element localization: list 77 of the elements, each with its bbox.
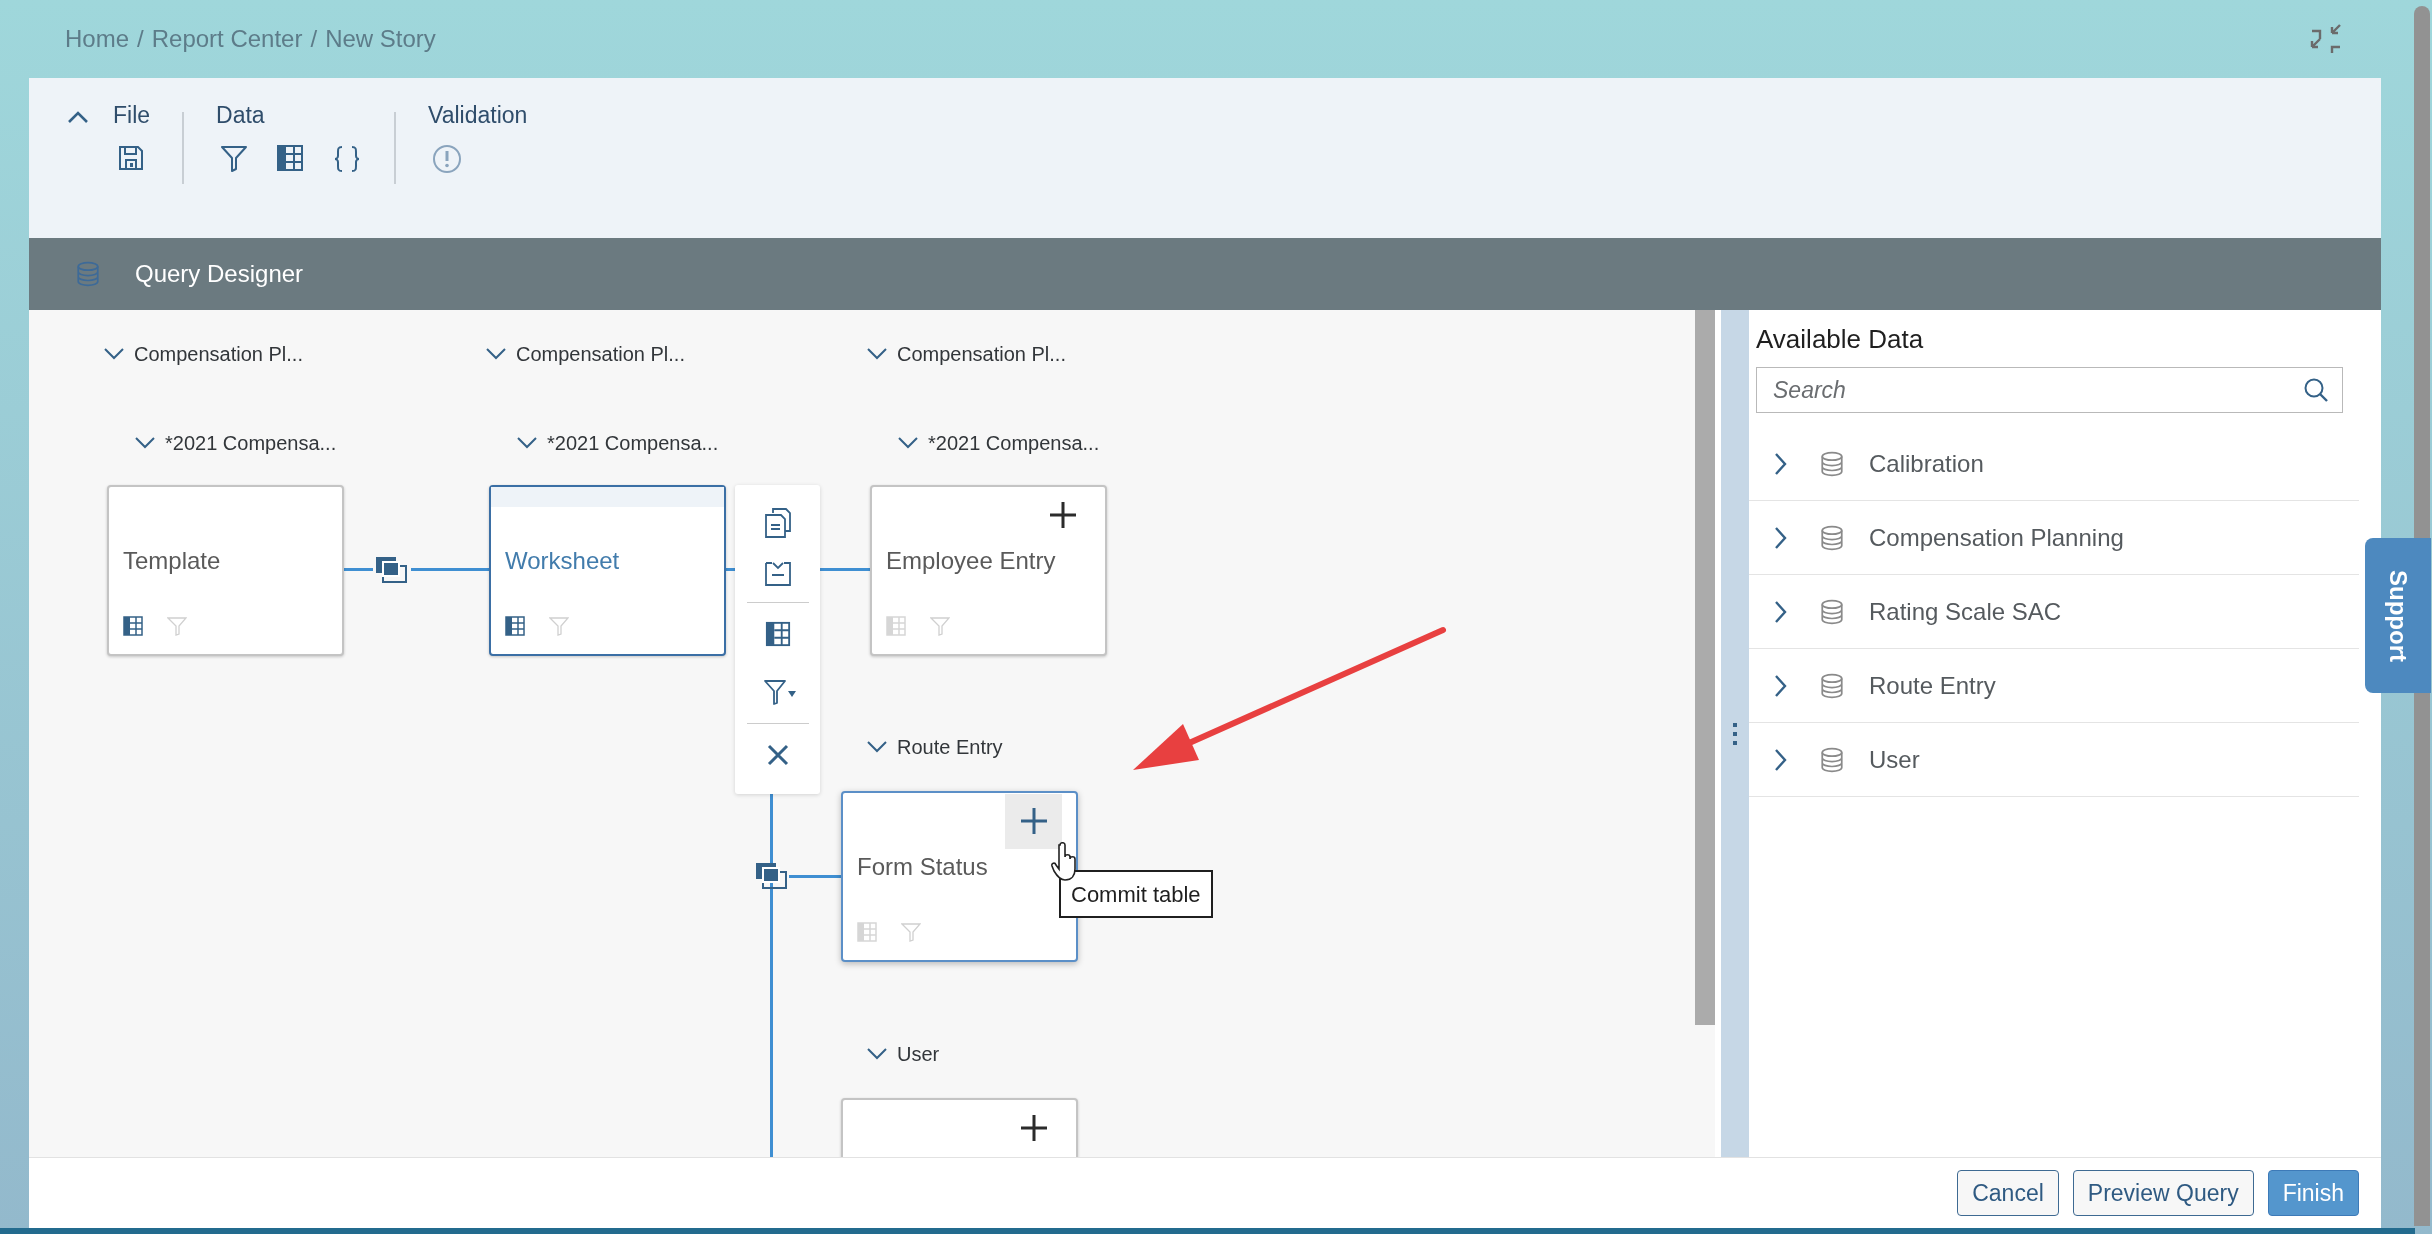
chevron-right-icon[interactable] (1775, 526, 1787, 549)
table-node[interactable] (107, 485, 344, 656)
chevron-down-icon[interactable] (486, 348, 506, 360)
subgroup-label: *2021 Compensa... (165, 431, 337, 456)
database-icon (1819, 746, 1845, 773)
table-node[interactable] (870, 485, 1107, 656)
support-tab[interactable]: Support (2365, 538, 2431, 693)
group-label: User (897, 1042, 940, 1067)
chevron-down-icon[interactable] (104, 348, 124, 360)
collapse-icon[interactable] (2310, 23, 2342, 55)
database-icon (1819, 524, 1845, 551)
group-label: Route Entry (897, 735, 1003, 760)
table-icon[interactable] (505, 616, 525, 636)
search-field[interactable]: Search (1756, 367, 2343, 413)
group-label: Compensation Pl... (516, 342, 685, 367)
data-source-item[interactable]: Compensation Planning (1749, 501, 2359, 575)
footer-button[interactable]: Preview Query (2072, 1170, 2254, 1216)
copy-icon[interactable] (765, 508, 791, 538)
search-icon[interactable] (2303, 377, 2329, 403)
table-icon[interactable] (123, 616, 143, 636)
collapse-up-icon[interactable] (67, 110, 89, 124)
toolbar-group-label: File (113, 101, 151, 130)
drag-handle-icon[interactable] (1733, 722, 1737, 745)
chevron-down-icon[interactable] (135, 437, 155, 449)
group-label: Compensation Pl... (897, 342, 1066, 367)
group-label: Compensation Pl... (134, 342, 303, 367)
node-title: Form Status (857, 852, 988, 882)
data-source-item[interactable]: User (1749, 723, 2359, 797)
panel-title: Query Designer (135, 259, 304, 289)
data-source-label: Compensation Planning (1869, 522, 2124, 553)
data-source-item[interactable]: Rating Scale SAC (1749, 575, 2359, 649)
plus-icon[interactable] (1048, 500, 1078, 530)
chevron-right-icon[interactable] (1775, 452, 1787, 475)
chevron-right-icon[interactable] (1775, 600, 1787, 623)
save-icon[interactable] (117, 144, 145, 172)
database-icon (1819, 450, 1845, 477)
join-icon[interactable] (755, 862, 787, 890)
subgroup-label: *2021 Compensa... (547, 431, 719, 456)
data-source-label: User (1869, 744, 1920, 775)
connector-line (343, 568, 373, 571)
chevron-down-icon[interactable] (867, 741, 887, 753)
commit-button-background (1005, 794, 1062, 849)
data-source-label: Route Entry (1869, 670, 1996, 701)
chevron-right-icon[interactable] (1775, 674, 1787, 697)
chevron-right-icon[interactable] (1775, 748, 1787, 771)
database-icon (1819, 598, 1845, 625)
chevron-down-icon[interactable] (898, 437, 918, 449)
toolbar-group-label: Data (216, 101, 266, 130)
table-icon[interactable] (276, 144, 305, 172)
node-title: Worksheet (505, 546, 620, 576)
connector-line (789, 875, 841, 878)
data-source-label: Rating Scale SAC (1869, 596, 2062, 627)
filter-icon[interactable] (220, 144, 249, 172)
close-icon[interactable] (767, 744, 789, 766)
data-source-label: Calibration (1869, 448, 1984, 479)
canvas-scrollbar[interactable] (1695, 310, 1715, 1025)
hand-cursor-icon (1051, 842, 1079, 882)
data-source-item[interactable]: Calibration (1749, 427, 2359, 501)
database-icon (75, 261, 101, 287)
node-title: Template (123, 546, 221, 576)
node-title: Employee Entry (886, 546, 1056, 576)
toolbar-group-label: Validation (428, 101, 528, 130)
checklist-icon[interactable] (765, 560, 791, 586)
subgroup-label: *2021 Compensa... (928, 431, 1100, 456)
filter-dropdown-icon[interactable] (763, 678, 797, 706)
join-icon[interactable] (375, 556, 407, 584)
chevron-down-icon[interactable] (867, 1048, 887, 1060)
footer-button[interactable]: Cancel (1957, 1170, 2059, 1216)
breadcrumb-separator: / (310, 24, 318, 54)
table-icon[interactable] (765, 621, 791, 647)
breadcrumb-separator: / (137, 24, 144, 54)
data-source-item[interactable]: Route Entry (1749, 649, 2359, 723)
panel-heading: Available Data (1755, 323, 1925, 356)
chevron-down-icon[interactable] (867, 348, 887, 360)
database-icon (1819, 672, 1845, 699)
plus-icon[interactable] (1019, 1113, 1049, 1143)
chevron-down-icon[interactable] (517, 437, 537, 449)
